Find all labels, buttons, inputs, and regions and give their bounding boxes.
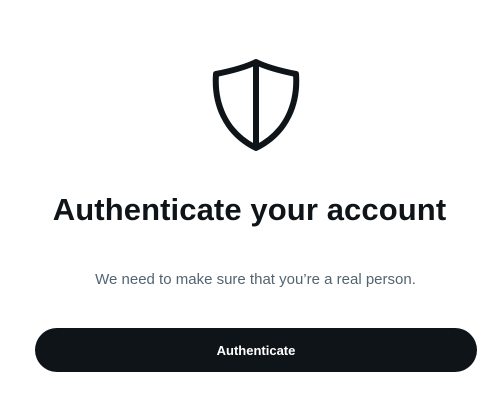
- shield-icon: [210, 58, 302, 152]
- authenticate-button-label: Authenticate: [216, 342, 296, 358]
- page-subtitle: We need to make sure that you’re a real …: [95, 271, 416, 288]
- page-title: Authenticate your account: [52, 192, 447, 227]
- authenticate-button[interactable]: Authenticate: [35, 328, 477, 372]
